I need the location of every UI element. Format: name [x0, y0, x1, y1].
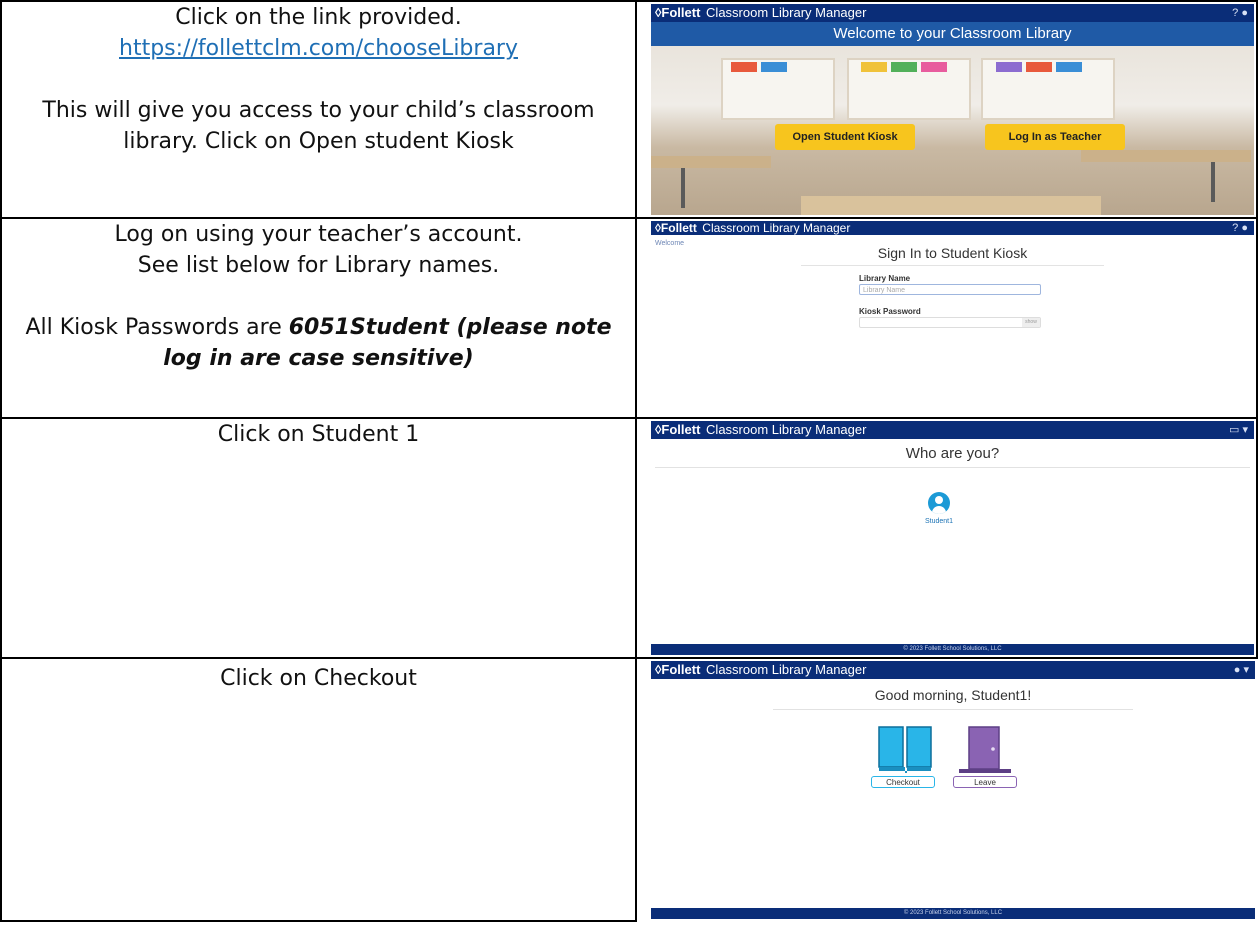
kiosk-password-label: Kiosk Password [859, 307, 921, 316]
door-icon[interactable] [957, 725, 1013, 775]
sign-in-screenshot: ◊Follett Classroom Library Manager ? ● W… [651, 221, 1254, 415]
open-student-kiosk-button[interactable]: Open Student Kiosk [775, 124, 915, 150]
step-row-1: Click on the link provided. https://foll… [0, 0, 1258, 219]
classroom-photo [651, 46, 1254, 215]
app-header: ◊Follett Classroom Library Manager ▭ ▾ [651, 421, 1254, 439]
app-name: Classroom Library Manager [702, 221, 851, 235]
step-row-3: Click on Student 1 ◊Follett Classroom Li… [0, 417, 1258, 659]
sign-in-title: Sign In to Student Kiosk [877, 245, 1028, 261]
step-2-text-cell: Log on using your teacher’s account. See… [0, 217, 637, 419]
step-4-screenshot-cell: ◊Follett Classroom Library Manager ● ▾ G… [635, 657, 1257, 921]
app-name: Classroom Library Manager [706, 662, 867, 677]
app-header: ◊Follett Classroom Library Manager ● ▾ [651, 661, 1255, 679]
app-name: Classroom Library Manager [706, 422, 867, 437]
follett-logo: ◊Follett [655, 662, 701, 677]
library-name-input[interactable]: Library Name [859, 284, 1041, 295]
step-2-screenshot-cell: ◊Follett Classroom Library Manager ? ● W… [635, 217, 1258, 419]
step-2-line1: Log on using your teacher’s account. [114, 222, 523, 247]
follett-logo: ◊Follett [655, 422, 701, 437]
follett-logo: ◊Follett [655, 221, 697, 235]
step-4-text-cell: Click on Checkout [0, 657, 637, 922]
account-icon[interactable]: ● ▾ [1234, 661, 1249, 679]
step-row-4: Click on Checkout ◊Follett Classroom Lib… [0, 657, 1257, 922]
who-are-you-title: Who are you? [905, 445, 1000, 462]
step-1-line1: Click on the link provided. [175, 5, 462, 30]
app-header: ◊Follett Classroom Library Manager ? ● [651, 221, 1254, 235]
footer: © 2023 Follett School Solutions, LLC [651, 644, 1254, 655]
help-icon[interactable]: ? ● [1232, 4, 1248, 22]
app-header: ◊Follett Classroom Library Manager ? ● [651, 4, 1254, 22]
step-row-2: Log on using your teacher’s account. See… [0, 217, 1258, 419]
step-1-text-cell: Click on the link provided. https://foll… [0, 0, 637, 219]
step-4-line1: Click on Checkout [220, 666, 417, 691]
student-avatar-icon[interactable] [928, 492, 950, 514]
menu-icon[interactable]: ▭ ▾ [1229, 421, 1248, 439]
who-are-you-screenshot: ◊Follett Classroom Library Manager ▭ ▾ W… [651, 421, 1254, 655]
welcome-banner: Welcome to your Classroom Library [651, 22, 1254, 46]
step-2-line2: See list below for Library names. [137, 253, 500, 278]
leave-button[interactable]: Leave [953, 776, 1017, 788]
choose-library-link[interactable]: https://follettclm.com/chooseLibrary [119, 36, 518, 61]
help-icon[interactable]: ? ● [1232, 221, 1248, 235]
password-note-prefix: All Kiosk Passwords are [25, 315, 289, 340]
checkout-screenshot: ◊Follett Classroom Library Manager ● ▾ G… [651, 661, 1255, 919]
app-name: Classroom Library Manager [706, 5, 867, 20]
step-3-screenshot-cell: ◊Follett Classroom Library Manager ▭ ▾ W… [635, 417, 1258, 659]
greeting-title: Good morning, Student1! [874, 687, 1032, 703]
step-1-screenshot-cell: ◊Follett Classroom Library Manager ? ● W… [635, 0, 1258, 219]
footer: © 2023 Follett School Solutions, LLC [651, 908, 1255, 919]
step-3-line1: Click on Student 1 [217, 422, 420, 447]
log-in-as-teacher-button[interactable]: Log In as Teacher [985, 124, 1125, 150]
student1-label[interactable]: Student1 [925, 518, 953, 525]
library-name-label: Library Name [859, 274, 911, 283]
follett-logo: ◊Follett [655, 5, 701, 20]
step-1-line2: This will give you access to your child’… [42, 98, 595, 154]
welcome-screenshot: ◊Follett Classroom Library Manager ? ● W… [651, 4, 1254, 215]
show-password-toggle[interactable]: show [1022, 318, 1040, 327]
checkout-button[interactable]: Checkout [871, 776, 935, 788]
kiosk-password-input[interactable]: show [859, 317, 1041, 328]
step-3-text-cell: Click on Student 1 [0, 417, 637, 659]
steps-table: Click on the link provided. https://foll… [0, 0, 1258, 922]
book-icon[interactable] [877, 725, 933, 775]
instruction-document: Click on the link provided. https://foll… [0, 0, 1258, 930]
